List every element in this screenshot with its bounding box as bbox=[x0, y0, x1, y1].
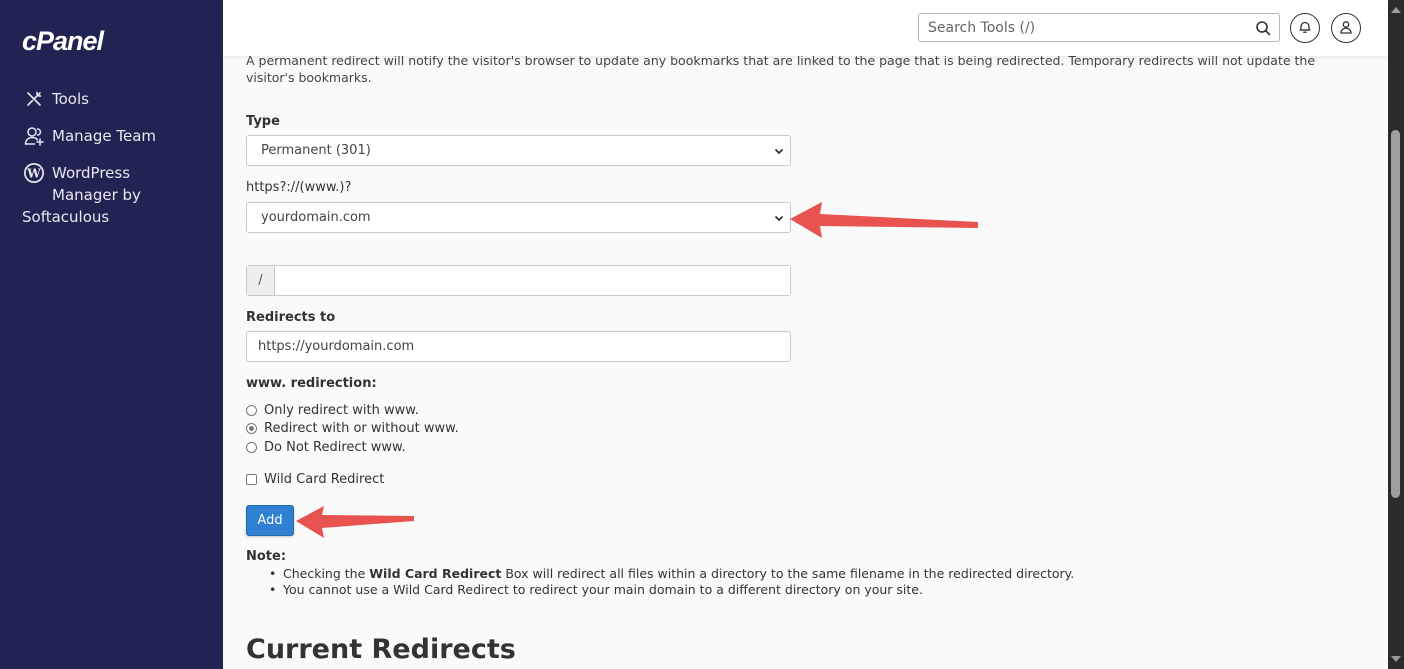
annotation-arrow-domain-icon bbox=[790, 202, 978, 238]
www-redirection-label: www. redirection: bbox=[246, 376, 377, 391]
search-tools-box[interactable] bbox=[918, 13, 1280, 42]
redirect-intro-text: A permanent redirect will notify the vis… bbox=[246, 53, 1316, 85]
radio-label: Do Not Redirect www. bbox=[264, 440, 406, 455]
radio-do-not-redirect-www[interactable]: Do Not Redirect www. bbox=[246, 440, 406, 455]
wildcard-redirect-checkbox[interactable] bbox=[246, 474, 257, 485]
path-prefix: / bbox=[247, 266, 275, 295]
scroll-up-arrow-icon[interactable] bbox=[1391, 7, 1401, 13]
chevron-down-icon bbox=[774, 145, 784, 160]
scroll-down-arrow-icon[interactable] bbox=[1391, 656, 1401, 662]
redirects-to-label: Redirects to bbox=[246, 310, 336, 325]
sidebar-item-label: Manage Team bbox=[52, 127, 156, 145]
radio-button[interactable] bbox=[246, 405, 257, 416]
note-item: Checking the Wild Card Redirect Box will… bbox=[266, 566, 1074, 582]
domain-select-value: yourdomain.com bbox=[261, 210, 371, 225]
current-redirects-heading: Current Redirects bbox=[246, 634, 516, 665]
search-icon[interactable] bbox=[1255, 20, 1271, 40]
type-select[interactable]: Permanent (301) bbox=[246, 135, 791, 166]
page-scrollbar[interactable] bbox=[1388, 0, 1404, 669]
sidebar: cPanel Tools Manage Team W WordPress Man… bbox=[0, 0, 223, 669]
bell-icon bbox=[1298, 19, 1312, 38]
type-label: Type bbox=[246, 114, 280, 129]
wildcard-redirect-option[interactable]: Wild Card Redirect bbox=[246, 472, 384, 487]
sidebar-item-label: Softaculous bbox=[22, 208, 110, 226]
path-input-group: / bbox=[246, 265, 791, 296]
manage-team-icon bbox=[22, 125, 46, 147]
domain-label: https?://(www.)? bbox=[246, 180, 352, 195]
sidebar-item-label: Manager by bbox=[52, 186, 141, 204]
sidebar-item-label: Tools bbox=[52, 90, 89, 108]
notifications-button[interactable] bbox=[1290, 13, 1320, 43]
domain-select[interactable]: yourdomain.com bbox=[246, 202, 791, 233]
sidebar-item-wordpress-manager[interactable]: W WordPress Manager by Softaculous bbox=[22, 162, 212, 228]
sidebar-item-tools[interactable]: Tools bbox=[22, 88, 212, 110]
add-redirect-button[interactable]: Add bbox=[246, 505, 294, 536]
tools-icon bbox=[22, 88, 46, 110]
note-item: You cannot use a Wild Card Redirect to r… bbox=[266, 582, 1074, 598]
radio-with-or-without-www[interactable]: Redirect with or without www. bbox=[246, 421, 459, 436]
radio-only-with-www[interactable]: Only redirect with www. bbox=[246, 403, 419, 418]
wordpress-icon: W bbox=[22, 162, 46, 184]
user-menu-button[interactable] bbox=[1331, 13, 1361, 43]
radio-button[interactable] bbox=[246, 442, 257, 453]
search-input[interactable] bbox=[919, 19, 1239, 36]
type-select-value: Permanent (301) bbox=[261, 143, 371, 158]
sidebar-item-manage-team[interactable]: Manage Team bbox=[22, 125, 212, 147]
svg-text:W: W bbox=[26, 167, 41, 181]
scrollbar-thumb[interactable] bbox=[1391, 130, 1400, 498]
note-title: Note: bbox=[246, 549, 287, 564]
path-input[interactable] bbox=[275, 266, 790, 295]
note-list: Checking the Wild Card Redirect Box will… bbox=[266, 566, 1074, 598]
sidebar-item-label: WordPress bbox=[52, 164, 131, 182]
sidebar-nav: Tools Manage Team W WordPress Manager by bbox=[22, 88, 212, 243]
top-header bbox=[223, 0, 1388, 56]
radio-button-selected[interactable] bbox=[246, 423, 257, 434]
radio-label: Redirect with or without www. bbox=[264, 421, 459, 436]
cpanel-logo[interactable]: cPanel bbox=[22, 26, 104, 57]
annotation-arrow-add-icon bbox=[296, 506, 414, 538]
redirects-to-input[interactable] bbox=[246, 331, 791, 362]
chevron-down-icon bbox=[774, 212, 784, 227]
radio-label: Only redirect with www. bbox=[264, 403, 419, 418]
checkbox-label: Wild Card Redirect bbox=[264, 472, 385, 487]
user-icon bbox=[1339, 19, 1353, 38]
